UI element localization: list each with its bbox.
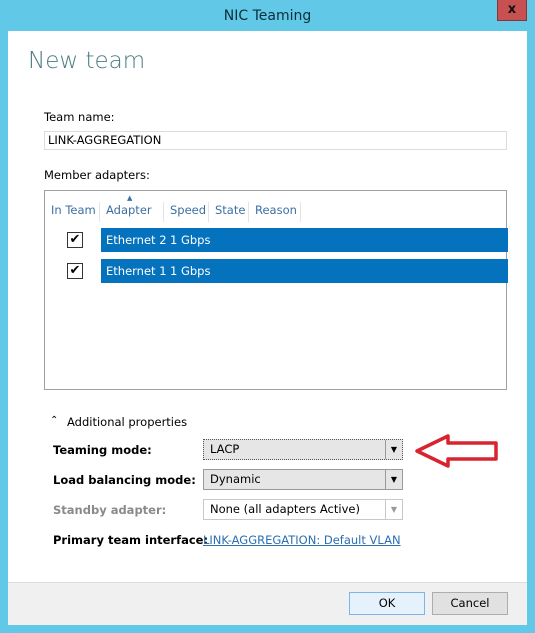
in-team-checkbox[interactable]: ✔	[67, 263, 83, 279]
close-button[interactable]: x	[497, 0, 527, 21]
member-adapters-label: Member adapters:	[44, 168, 150, 182]
additional-properties-toggle[interactable]: Additional properties	[67, 415, 187, 429]
ok-button[interactable]: OK	[349, 592, 425, 615]
team-name-label: Team name:	[44, 110, 115, 124]
in-team-checkbox[interactable]: ✔	[67, 232, 83, 248]
table-row[interactable]: Ethernet 2 1 Gbps	[101, 228, 508, 252]
annotation-arrow-icon	[415, 434, 498, 468]
cancel-button[interactable]: Cancel	[432, 592, 508, 615]
teaming-mode-label: Teaming mode:	[53, 443, 152, 457]
column-state[interactable]: State	[209, 202, 249, 222]
standby-adapter-label: Standby adapter:	[53, 503, 167, 517]
chevron-up-icon[interactable]: ⌃	[50, 415, 58, 426]
load-balancing-select[interactable]: Dynamic ▼	[203, 469, 403, 490]
standby-adapter-value: None (all adapters Active)	[210, 502, 360, 516]
dropdown-arrow-icon: ▼	[385, 500, 402, 519]
dropdown-arrow-icon: ▼	[385, 470, 402, 489]
column-speed[interactable]: Speed	[164, 202, 209, 222]
member-adapters-list[interactable]: In Team Adapter ▲ Speed State Reason ✔ E…	[44, 190, 508, 390]
primary-interface-label: Primary team interface:	[53, 533, 209, 547]
load-balancing-value: Dynamic	[210, 472, 261, 486]
standby-adapter-select[interactable]: None (all adapters Active) ▼	[203, 499, 403, 520]
adapter-name: Ethernet 2	[106, 233, 167, 247]
primary-interface-link[interactable]: LINK-AGGREGATION: Default VLAN	[203, 533, 401, 547]
window-title: NIC Teaming	[223, 8, 312, 24]
teaming-mode-value: LACP	[210, 442, 240, 456]
dropdown-arrow-icon: ▼	[385, 440, 402, 459]
column-in-team[interactable]: In Team	[45, 202, 100, 222]
adapter-speed: 1 Gbps	[170, 233, 211, 247]
load-balancing-label: Load balancing mode:	[53, 473, 196, 487]
table-row[interactable]: Ethernet 1 1 Gbps	[101, 259, 508, 283]
page-title: New team	[28, 48, 146, 74]
teaming-mode-select[interactable]: LACP ▼	[203, 439, 403, 460]
column-adapter[interactable]: Adapter	[100, 202, 164, 222]
adapter-name: Ethernet 1	[106, 264, 167, 278]
sort-ascending-icon: ▲	[127, 194, 133, 202]
column-reason[interactable]: Reason	[249, 202, 301, 222]
adapter-speed: 1 Gbps	[170, 264, 211, 278]
team-name-input[interactable]: LINK-AGGREGATION	[44, 131, 507, 150]
